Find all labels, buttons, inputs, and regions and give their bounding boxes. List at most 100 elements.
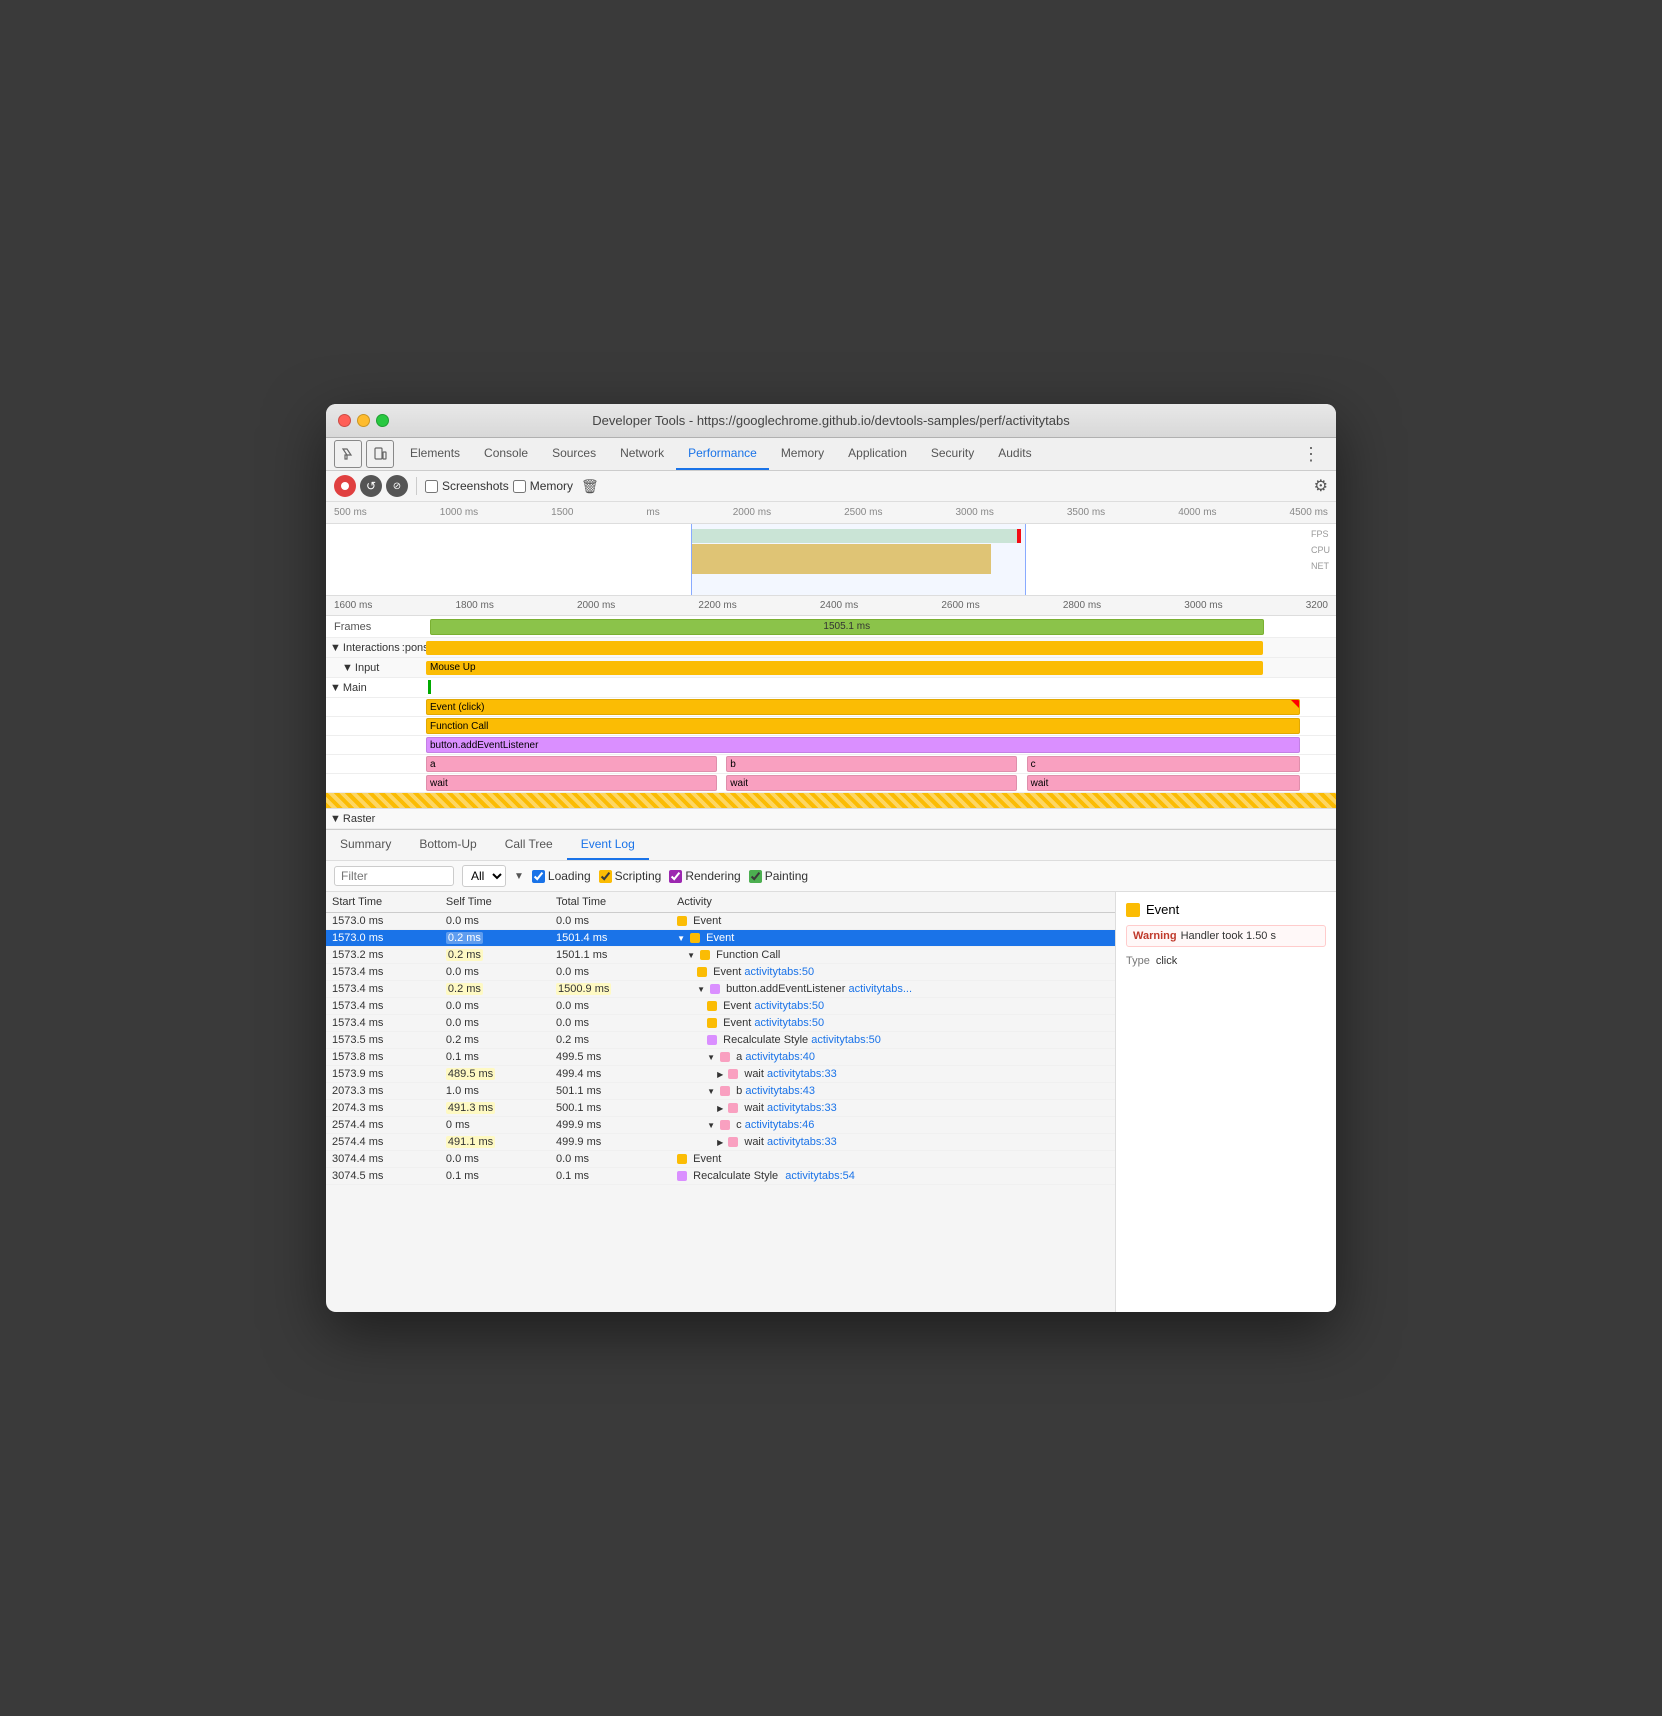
indent: ▼ b [677,1085,745,1097]
detail-type-key: Type [1126,955,1150,967]
table-row[interactable]: 1573.4 ms 0.0 ms 0.0 ms Event activityta… [326,964,1115,981]
tab-sources[interactable]: Sources [540,438,608,470]
tab-call-tree[interactable]: Call Tree [491,830,567,860]
b-block[interactable]: b [726,756,1017,772]
tab-audits[interactable]: Audits [986,438,1043,470]
painting-check-label[interactable]: Painting [749,869,808,883]
filter-input[interactable] [334,866,454,886]
table-row[interactable]: 1573.4 ms 0.2 ms 1500.9 ms ▼ button.addE… [326,981,1115,998]
dr-3200: 3200 [1306,600,1328,611]
activity-link[interactable]: activitytabs:33 [767,1136,837,1148]
table-row[interactable]: 3074.4 ms 0.0 ms 0.0 ms Event [326,1151,1115,1168]
td-total: 0.0 ms [550,913,671,930]
main-toggle[interactable]: ▼ Main [326,682,426,694]
c-block[interactable]: c [1027,756,1300,772]
scripting-checkbox[interactable] [599,870,612,883]
tab-application[interactable]: Application [836,438,919,470]
detail-event-icon [1126,903,1140,917]
table-row[interactable]: 3074.5 ms 0.1 ms 0.1 ms Recalculate Styl… [326,1168,1115,1185]
rendering-check-label[interactable]: Rendering [669,869,740,883]
refresh-button[interactable]: ↺ [360,475,382,497]
a-text: a [430,759,436,770]
tab-console[interactable]: Console [472,438,540,470]
timeline-area: 500 ms 1000 ms 1500 ms 2000 ms 2500 ms 3… [326,502,1336,829]
tab-event-log[interactable]: Event Log [567,830,649,860]
inspect-icon[interactable] [334,440,362,468]
close-button[interactable] [338,414,351,427]
td-total: 499.9 ms [550,1134,671,1151]
activity-link[interactable]: activitytabs... [848,983,912,995]
clear-button[interactable]: 🗑 [577,476,603,497]
activity-link[interactable]: activitytabs:50 [754,1017,824,1029]
raster-toggle[interactable]: ▼ Raster [326,813,426,825]
screenshots-checkbox-label[interactable]: Screenshots [425,479,509,493]
filter-select[interactable]: All [462,865,506,887]
rendering-checkbox[interactable] [669,870,682,883]
wait2-block[interactable]: wait [726,775,1017,791]
wait1-block[interactable]: wait [426,775,717,791]
table-row[interactable]: 2073.3 ms 1.0 ms 501.1 ms ▼ b activityta… [326,1083,1115,1100]
activity-link[interactable]: activitytabs:33 [767,1102,837,1114]
tab-security[interactable]: Security [919,438,986,470]
memory-checkbox-label[interactable]: Memory [513,479,573,493]
tab-bottom-up[interactable]: Bottom-Up [405,830,490,860]
activity-link[interactable]: activitytabs:50 [811,1034,881,1046]
activity-link[interactable]: activitytabs:54 [785,1170,855,1182]
device-icon[interactable] [366,440,394,468]
a-block[interactable]: a [426,756,717,772]
record-button[interactable] [334,475,356,497]
th-activity: Activity [671,892,1115,913]
painting-checkbox[interactable] [749,870,762,883]
event-click-block[interactable]: Event (click) [426,699,1300,715]
loading-checkbox[interactable] [532,870,545,883]
maximize-button[interactable] [376,414,389,427]
loading-check-label[interactable]: Loading [532,869,591,883]
table-row[interactable]: 1573.4 ms 0.0 ms 0.0 ms Event activityta… [326,998,1115,1015]
toolbar: ↺ ⊘ Screenshots Memory 🗑 ⚙ [326,471,1336,502]
overview-charts[interactable]: FPS CPU NET [326,524,1336,596]
table-row[interactable]: 1573.0 ms 0.0 ms 0.0 ms Event [326,913,1115,930]
table-row-selected[interactable]: 1573.0 ms 0.2 ms 1501.4 ms ▼ Event [326,930,1115,947]
interactions-toggle[interactable]: ▼ Interactions :ponse [326,642,426,654]
stop-button[interactable]: ⊘ [386,475,408,497]
activity-link[interactable]: activitytabs:50 [754,1000,824,1012]
activity-link[interactable]: activitytabs:40 [745,1051,815,1063]
activity-link[interactable]: activitytabs:43 [745,1085,815,1097]
indent: ▼ Function Call [677,949,780,961]
input-toggle[interactable]: ▼ Input [326,662,426,674]
activity-text-s: Event [706,932,734,944]
table-row[interactable]: 1573.2 ms 0.2 ms 1501.1 ms ▼ Function Ca… [326,947,1115,964]
indent: ▶ wait [677,1136,767,1148]
filter-arrow-icon: ▼ [514,871,524,882]
scripting-check-label[interactable]: Scripting [599,869,662,883]
warning-text: Handler took 1.50 s [1181,930,1276,942]
more-tabs-icon[interactable]: ⋮ [1294,440,1328,469]
table-row[interactable]: 1573.4 ms 0.0 ms 0.0 ms Event activityta… [326,1015,1115,1032]
activity-link[interactable]: activitytabs:46 [745,1119,815,1131]
ruler-4500: 4500 ms [1290,507,1328,518]
table-row[interactable]: 1573.9 ms 489.5 ms 499.4 ms ▶ wait activ… [326,1066,1115,1083]
table-row[interactable]: 2074.3 ms 491.3 ms 500.1 ms ▶ wait activ… [326,1100,1115,1117]
raster-label: Raster [343,813,375,825]
table-row[interactable]: 1573.5 ms 0.2 ms 0.2 ms Recalculate Styl… [326,1032,1115,1049]
td-activity: Recalculate Style activitytabs:50 [671,1032,1115,1049]
tab-summary[interactable]: Summary [326,830,405,860]
wait3-block[interactable]: wait [1027,775,1300,791]
screenshots-checkbox[interactable] [425,480,438,493]
table-row[interactable]: 1573.8 ms 0.1 ms 499.5 ms ▼ a activityta… [326,1049,1115,1066]
button-addevent-block[interactable]: button.addEventListener [426,737,1300,753]
event-log-panel[interactable]: Start Time Self Time Total Time Activity… [326,892,1116,1312]
settings-button[interactable]: ⚙ [1314,476,1328,496]
main-label: Main [343,682,367,694]
function-call-block[interactable]: Function Call [426,718,1300,734]
activity-link[interactable]: activitytabs:50 [744,966,814,978]
minimize-button[interactable] [357,414,370,427]
activity-link[interactable]: activitytabs:33 [767,1068,837,1080]
table-row[interactable]: 2574.4 ms 0 ms 499.9 ms ▼ c activitytabs… [326,1117,1115,1134]
tab-performance[interactable]: Performance [676,438,769,470]
tab-network[interactable]: Network [608,438,676,470]
tab-memory[interactable]: Memory [769,438,836,470]
tab-elements[interactable]: Elements [398,438,472,470]
table-row[interactable]: 2574.4 ms 491.1 ms 499.9 ms ▶ wait activ… [326,1134,1115,1151]
memory-checkbox[interactable] [513,480,526,493]
